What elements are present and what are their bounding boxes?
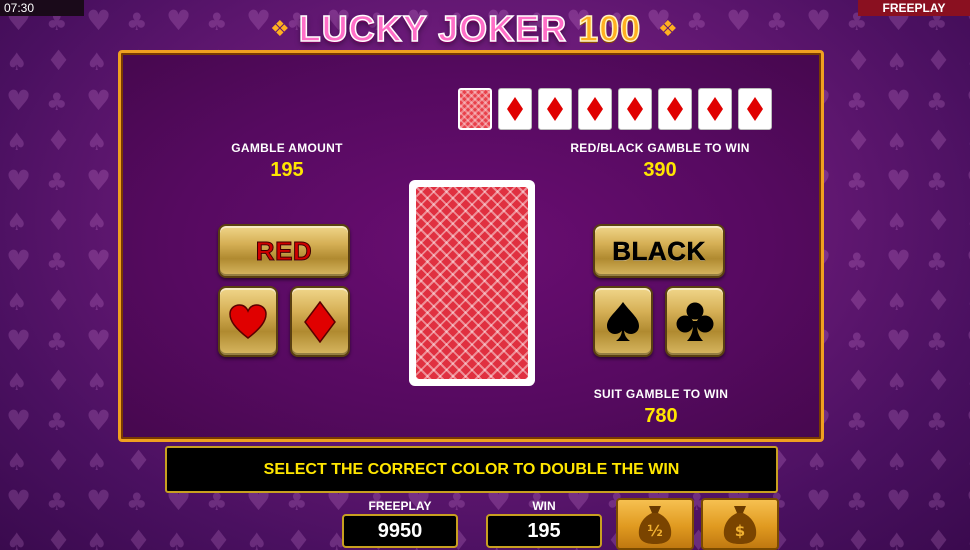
- color-gamble-value: 390: [643, 159, 677, 181]
- diamond-icon: [587, 97, 603, 121]
- collect-all-button[interactable]: $: [701, 498, 779, 550]
- diamond-icon: [667, 97, 683, 121]
- money-bag-collect-icon: $: [723, 506, 757, 544]
- freeplay-balance: 9950: [342, 514, 458, 548]
- diamond-icon: [547, 97, 563, 121]
- hearts-button[interactable]: [218, 286, 278, 357]
- svg-text:½: ½: [647, 522, 663, 540]
- gamble-amount-value: 195: [270, 159, 304, 181]
- diamond-icon: [627, 97, 643, 121]
- history-card-diamond: [698, 88, 732, 130]
- history-card-diamond: [498, 88, 532, 130]
- gamble-amount-label: GAMBLE AMOUNT: [231, 141, 343, 155]
- history-card-diamond: [618, 88, 652, 130]
- logo-number: 100: [577, 7, 642, 50]
- history-card-diamond: [538, 88, 572, 130]
- heart-icon: [229, 303, 267, 339]
- suit-gamble-value: 780: [644, 405, 678, 427]
- svg-text:$: $: [735, 522, 745, 540]
- game-logo: LUCKY JOKER 100: [260, 7, 680, 50]
- clock: 07:30: [0, 0, 84, 16]
- instruction-message: SELECT THE CORRECT COLOR TO DOUBLE THE W…: [165, 446, 778, 493]
- black-button-label: BLACK: [612, 235, 706, 266]
- diamond-icon: [304, 300, 336, 343]
- history-card-back: [458, 88, 492, 130]
- color-gamble-label: RED/BLACK GAMBLE TO WIN: [570, 141, 750, 155]
- diamond-icon: [507, 97, 523, 121]
- diamond-icon: [707, 97, 723, 121]
- mode-indicator: FREEPLAY: [858, 0, 970, 16]
- red-button-label: RED: [255, 235, 313, 266]
- spade-icon: [607, 301, 639, 341]
- logo-title: LUCKY JOKER: [298, 7, 568, 50]
- history-card-diamond: [578, 88, 612, 130]
- face-down-card: [409, 180, 535, 386]
- logo-right-ornament-icon: ❖: [658, 16, 678, 41]
- history-card-diamond: [658, 88, 692, 130]
- spades-button[interactable]: [593, 286, 653, 357]
- clubs-button[interactable]: [665, 286, 725, 357]
- club-icon: [676, 302, 714, 341]
- win-amount: 195: [486, 514, 602, 548]
- red-button[interactable]: RED: [218, 224, 350, 278]
- card-back-pattern: [416, 187, 528, 379]
- collect-half-button[interactable]: ½: [616, 498, 694, 550]
- black-button[interactable]: BLACK: [593, 224, 725, 278]
- card-history: [458, 88, 772, 130]
- gamble-panel: GAMBLE AMOUNT 195 RED/BLACK GAMBLE TO WI…: [118, 50, 824, 442]
- history-card-diamond: [738, 88, 772, 130]
- win-label: WIN: [532, 499, 556, 513]
- money-bag-half-icon: ½: [638, 506, 672, 544]
- diamonds-button[interactable]: [290, 286, 350, 357]
- suit-gamble-label: SUIT GAMBLE TO WIN: [593, 387, 729, 401]
- diamond-icon: [747, 97, 763, 121]
- freeplay-label: FREEPLAY: [368, 499, 432, 513]
